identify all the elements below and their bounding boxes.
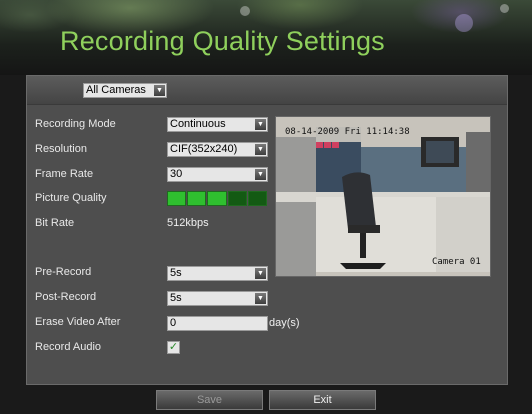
- resolution-select[interactable]: CIF(352x240) ▼: [167, 142, 268, 157]
- bokeh-light: [455, 14, 473, 32]
- erase-video-label: Erase Video After: [35, 316, 121, 328]
- chevron-down-icon: ▼: [255, 268, 266, 279]
- recording-mode-label: Recording Mode: [35, 118, 116, 130]
- chevron-down-icon: ▼: [255, 169, 266, 180]
- erase-video-unit: day(s): [269, 317, 300, 329]
- pre-record-value: 5s: [170, 267, 182, 279]
- preview-scene: [276, 117, 490, 276]
- preview-camera-label: Camera 01: [432, 257, 481, 267]
- pre-record-select[interactable]: 5s ▼: [167, 266, 268, 281]
- frame-rate-label: Frame Rate: [35, 168, 94, 180]
- bit-rate-label: Bit Rate: [35, 217, 75, 229]
- post-record-select[interactable]: 5s ▼: [167, 291, 268, 306]
- record-audio-label: Record Audio: [35, 341, 102, 353]
- quality-segment[interactable]: [227, 191, 247, 206]
- post-record-value: 5s: [170, 292, 182, 304]
- exit-button[interactable]: Exit: [269, 390, 376, 410]
- camera-select-value: All Cameras: [86, 84, 146, 96]
- preview-timestamp: 08-14-2009 Fri 11:14:38: [285, 127, 410, 137]
- erase-video-input[interactable]: 0: [167, 316, 268, 331]
- pre-record-label: Pre-Record: [35, 266, 92, 278]
- bokeh-light: [500, 4, 509, 13]
- chevron-down-icon: ▼: [255, 293, 266, 304]
- recording-mode-select[interactable]: Continuous ▼: [167, 117, 268, 132]
- bokeh-light: [240, 6, 250, 16]
- resolution-label: Resolution: [35, 143, 87, 155]
- save-button[interactable]: Save: [156, 390, 263, 410]
- record-audio-checkbox[interactable]: ✓: [167, 341, 180, 354]
- chevron-down-icon: ▼: [154, 85, 165, 96]
- resolution-value: CIF(352x240): [170, 143, 238, 155]
- page-title: Recording Quality Settings: [60, 26, 385, 56]
- chevron-down-icon: ▼: [255, 119, 266, 130]
- quality-segment[interactable]: [167, 191, 187, 206]
- bit-rate-value: 512kbps: [167, 217, 209, 229]
- header-banner: Recording Quality Settings: [0, 0, 532, 75]
- checkmark-icon: ✓: [168, 341, 179, 353]
- picture-quality-label: Picture Quality: [35, 192, 107, 204]
- frame-rate-select[interactable]: 30 ▼: [167, 167, 268, 182]
- quality-segment[interactable]: [247, 191, 268, 206]
- recording-mode-value: Continuous: [170, 118, 226, 130]
- settings-panel: All Cameras ▼ Recording Mode Continuous …: [26, 75, 508, 385]
- post-record-label: Post-Record: [35, 291, 97, 303]
- quality-segment[interactable]: [207, 191, 227, 206]
- camera-select[interactable]: All Cameras ▼: [83, 83, 167, 98]
- camera-preview: 08-14-2009 Fri 11:14:38 Camera 01: [275, 116, 491, 277]
- frame-rate-value: 30: [170, 168, 183, 180]
- chevron-down-icon: ▼: [255, 144, 266, 155]
- quality-segment[interactable]: [187, 191, 207, 206]
- camera-bar: All Cameras ▼: [27, 76, 507, 105]
- picture-quality-slider[interactable]: [167, 191, 268, 206]
